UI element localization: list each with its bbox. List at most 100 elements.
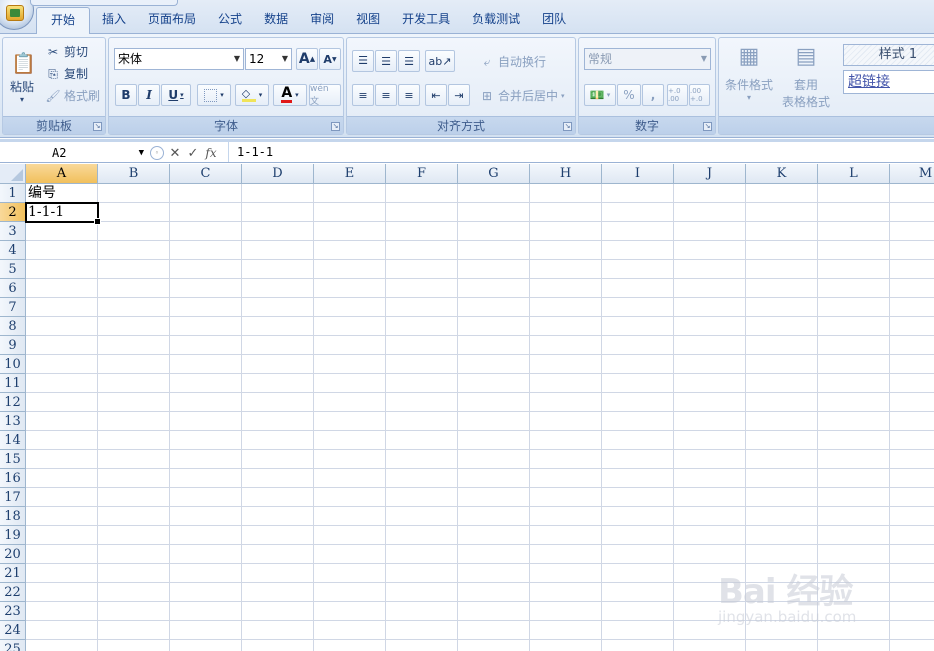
tab-home[interactable]: 开始 <box>36 7 91 35</box>
hyperlink-style-swatch[interactable]: 超链接 <box>843 70 934 94</box>
column-header-k[interactable]: K <box>746 164 818 184</box>
row-header-5[interactable]: 5 <box>0 260 26 279</box>
phonetic-button[interactable]: wén 文 <box>309 84 341 107</box>
column-header-a[interactable]: A <box>26 164 98 184</box>
row-header-22[interactable]: 22 <box>0 583 26 602</box>
tab-data[interactable]: 数据 <box>254 7 298 34</box>
column-header-d[interactable]: D <box>242 164 314 184</box>
row-header-7[interactable]: 7 <box>0 298 26 317</box>
row-header-2[interactable]: 2 <box>0 203 26 222</box>
row-header-11[interactable]: 11 <box>0 374 26 393</box>
row-header-21[interactable]: 21 <box>0 564 26 583</box>
format-as-table-button[interactable]: ▤ 套用 表格格式 <box>775 42 837 112</box>
merge-center-button[interactable]: ⊞ 合并后居中 ▾ <box>479 87 565 104</box>
align-bottom-button[interactable]: ☰ <box>398 50 420 72</box>
borders-button[interactable]: ▾ <box>197 84 231 106</box>
row-header-16[interactable]: 16 <box>0 469 26 488</box>
row-header-23[interactable]: 23 <box>0 602 26 621</box>
formula-input[interactable]: 1-1-1 <box>228 142 934 162</box>
underline-button[interactable]: U ▾ <box>161 84 191 106</box>
name-box[interactable]: A2 ▼ <box>0 143 146 163</box>
row-header-3[interactable]: 3 <box>0 222 26 241</box>
row-header-25[interactable]: 25 <box>0 640 26 651</box>
select-all-button[interactable] <box>0 164 26 184</box>
column-header-m[interactable]: M <box>890 164 934 184</box>
row-header-19[interactable]: 19 <box>0 526 26 545</box>
quick-access-toolbar[interactable] <box>30 0 178 6</box>
number-format-select[interactable]: 常规 ▼ <box>584 48 711 70</box>
tab-insert[interactable]: 插入 <box>92 7 136 34</box>
column-header-c[interactable]: C <box>170 164 242 184</box>
shrink-font-button[interactable]: A ▼ <box>319 48 341 70</box>
tab-view[interactable]: 视图 <box>346 7 390 34</box>
column-header-l[interactable]: L <box>818 164 890 184</box>
row-header-9[interactable]: 9 <box>0 336 26 355</box>
row-header-14[interactable]: 14 <box>0 431 26 450</box>
row-header-17[interactable]: 17 <box>0 488 26 507</box>
row-header-10[interactable]: 10 <box>0 355 26 374</box>
decrease-indent-button[interactable]: ⇤ <box>425 84 447 106</box>
tab-formulas[interactable]: 公式 <box>208 7 252 34</box>
enter-icon[interactable]: ✓ <box>184 146 202 161</box>
row-header-1[interactable]: 1 <box>0 184 26 203</box>
office-button[interactable] <box>0 0 34 30</box>
row-header-6[interactable]: 6 <box>0 279 26 298</box>
align-top-button[interactable]: ☰ <box>352 50 374 72</box>
font-size-select[interactable]: 12 ▼ <box>245 48 292 70</box>
grow-font-button[interactable]: A ▲ <box>296 48 318 70</box>
decrease-decimal-button[interactable]: .00 +.0 <box>689 84 710 106</box>
wrap-text-button[interactable]: ⤶ 自动换行 <box>479 53 546 70</box>
dialog-launcher-icon[interactable]: ↘ <box>93 122 102 131</box>
tab-load-test[interactable]: 负载测试 <box>462 7 530 34</box>
align-center-button[interactable]: ≡ <box>375 84 397 106</box>
column-header-e[interactable]: E <box>314 164 386 184</box>
tab-review[interactable]: 审阅 <box>300 7 344 34</box>
currency-button[interactable]: 💵 ▾ <box>584 84 616 106</box>
cell-area[interactable]: 编号 1-1-1 <box>25 184 934 651</box>
column-header-g[interactable]: G <box>458 164 530 184</box>
dialog-launcher-icon[interactable]: ↘ <box>563 122 572 131</box>
cancel-icon[interactable]: ✕ <box>166 146 184 161</box>
column-header-f[interactable]: F <box>386 164 458 184</box>
row-header-12[interactable]: 12 <box>0 393 26 412</box>
copy-button[interactable]: ⎘ 复制 <box>45 65 88 82</box>
orientation-button[interactable]: ab↗ <box>425 50 455 72</box>
bold-button[interactable]: B <box>115 84 137 106</box>
expand-icon[interactable]: ◦ <box>150 146 164 160</box>
row-header-18[interactable]: 18 <box>0 507 26 526</box>
dialog-launcher-icon[interactable]: ↘ <box>703 122 712 131</box>
column-header-h[interactable]: H <box>530 164 602 184</box>
row-header-8[interactable]: 8 <box>0 317 26 336</box>
tab-developer[interactable]: 开发工具 <box>392 7 460 34</box>
align-middle-button[interactable]: ☰ <box>375 50 397 72</box>
font-name-select[interactable]: 宋体 ▼ <box>114 48 244 70</box>
row-header-15[interactable]: 15 <box>0 450 26 469</box>
row-header-24[interactable]: 24 <box>0 621 26 640</box>
tab-page-layout[interactable]: 页面布局 <box>138 7 206 34</box>
increase-decimal-button[interactable]: +.0 .00 <box>667 84 688 106</box>
align-left-button[interactable]: ≡ <box>352 84 374 106</box>
row-header-4[interactable]: 4 <box>0 241 26 260</box>
row-header-20[interactable]: 20 <box>0 545 26 564</box>
insert-function-icon[interactable]: fx <box>202 146 220 160</box>
column-header-b[interactable]: B <box>98 164 170 184</box>
row-header-13[interactable]: 13 <box>0 412 26 431</box>
increase-indent-button[interactable]: ⇥ <box>448 84 470 106</box>
conditional-format-button[interactable]: ▦ 条件格式 ▾ <box>723 42 775 112</box>
font-color-button[interactable]: A ▾ <box>273 84 307 106</box>
paste-button[interactable]: 📋 粘贴 ▾ <box>7 42 37 112</box>
cell-a2[interactable]: 1-1-1 <box>25 202 101 225</box>
column-header-j[interactable]: J <box>674 164 746 184</box>
fill-color-button[interactable]: ◇ ▾ <box>235 84 269 106</box>
format-painter-button[interactable]: 🖌 格式刷 <box>45 87 100 104</box>
cut-button[interactable]: ✂ 剪切 <box>45 43 88 60</box>
comma-button[interactable]: , <box>642 84 664 106</box>
dialog-launcher-icon[interactable]: ↘ <box>331 122 340 131</box>
column-header-i[interactable]: I <box>602 164 674 184</box>
cell-a1[interactable]: 编号 <box>26 184 98 203</box>
align-right-button[interactable]: ≡ <box>398 84 420 106</box>
italic-button[interactable]: I <box>138 84 160 106</box>
tab-team[interactable]: 团队 <box>532 7 576 34</box>
style-1-swatch[interactable]: 样式 1 <box>843 44 934 66</box>
percent-button[interactable]: % <box>617 84 641 106</box>
